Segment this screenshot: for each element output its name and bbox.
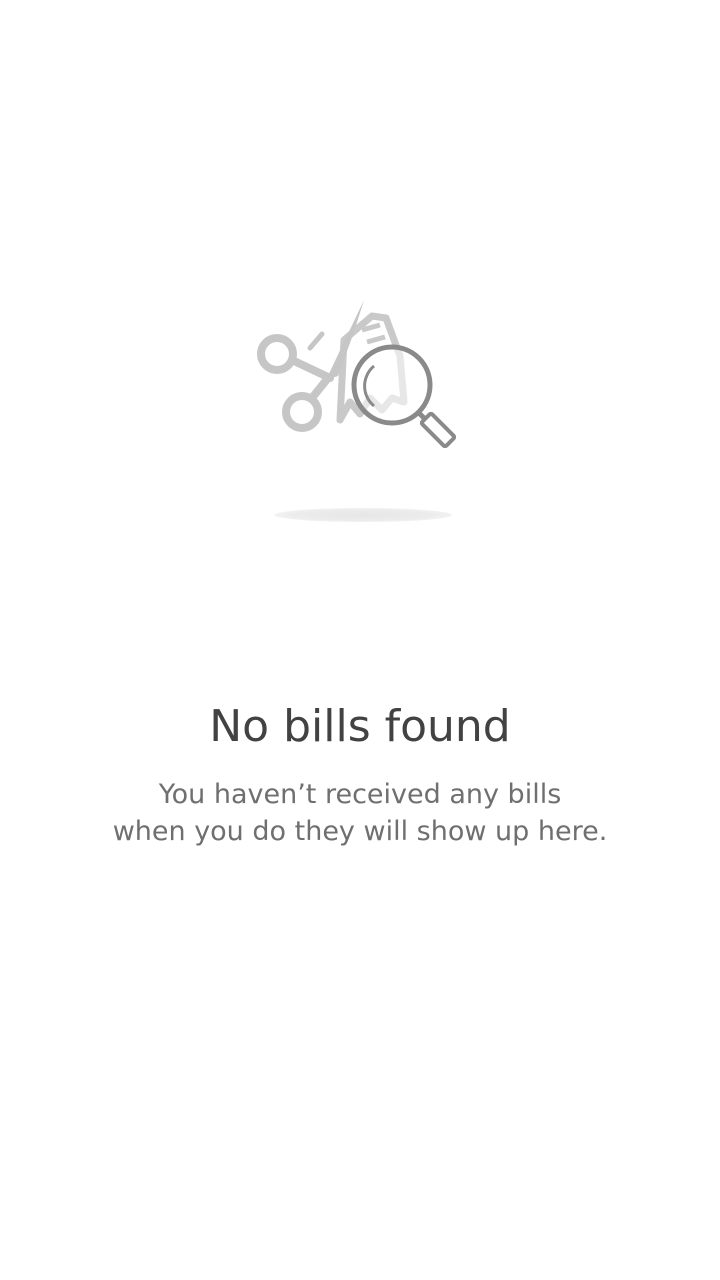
bills-empty-screen: No bills found You haven’t received any … — [0, 0, 720, 1280]
empty-state-message: You haven’t received any bills when you … — [0, 776, 720, 850]
empty-state-message-line-2: when you do they will show up here. — [112, 816, 608, 847]
empty-state-title: No bills found — [209, 701, 511, 752]
magnifier-icon — [351, 344, 457, 449]
empty-state-message-line-1: You haven’t received any bills — [158, 779, 562, 810]
illustration-shadow — [274, 508, 452, 522]
receipt-scissors-magnifier-icon — [257, 300, 457, 449]
